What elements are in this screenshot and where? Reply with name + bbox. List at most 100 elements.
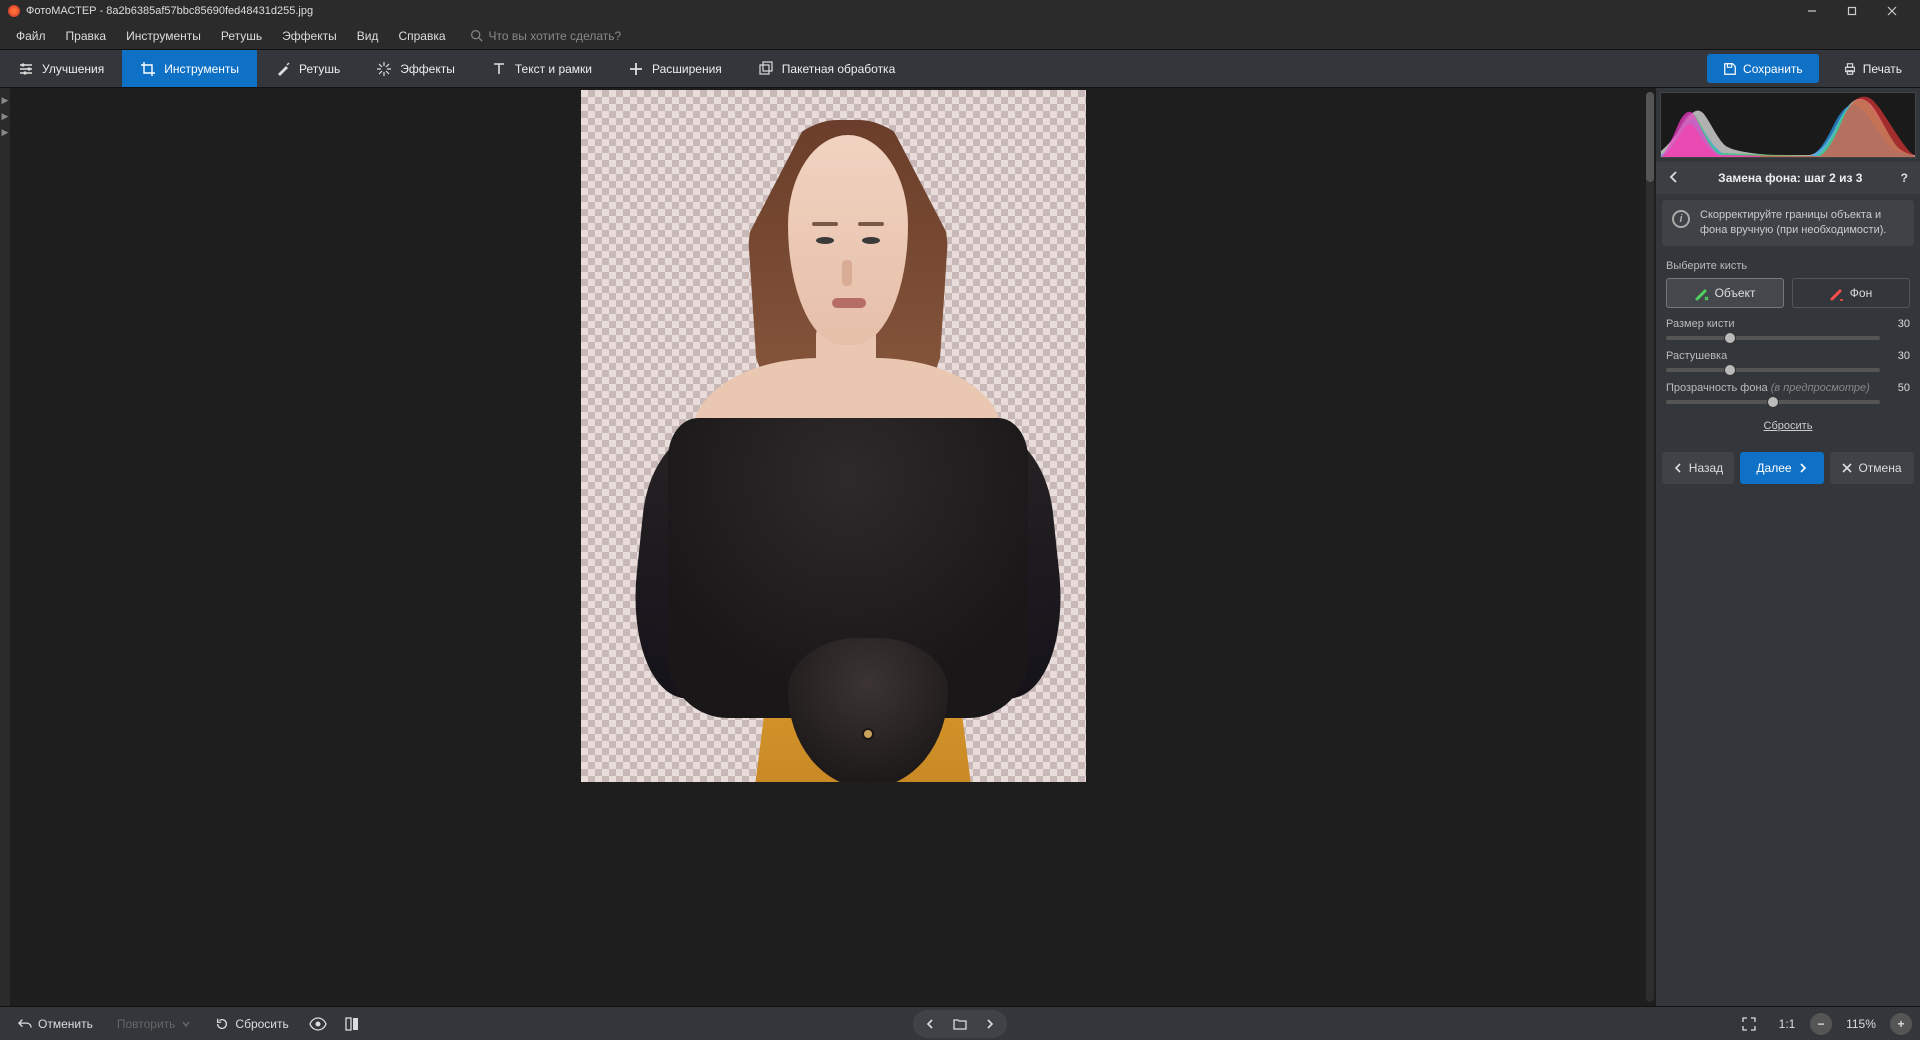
slider-feather-track[interactable] bbox=[1666, 368, 1880, 372]
file-name: 8a2b6385af57bbc85690fed48431d255.jpg bbox=[106, 5, 313, 17]
chevron-left-icon bbox=[925, 1019, 935, 1029]
zoom-ratio-button[interactable]: 1:1 bbox=[1772, 1011, 1802, 1037]
plus-icon bbox=[628, 61, 644, 77]
left-expander-3[interactable]: ▶ bbox=[0, 124, 10, 140]
tab-extensions[interactable]: Расширения bbox=[610, 50, 740, 87]
right-panel: Замена фона: шаг 2 из 3 ? i Скорректируй… bbox=[1656, 88, 1920, 1006]
tab-batch[interactable]: Пакетная обработка bbox=[740, 50, 913, 87]
nav-next-image-button[interactable] bbox=[975, 1012, 1005, 1036]
brush-background-button[interactable]: Фон bbox=[1792, 278, 1910, 308]
save-button[interactable]: Сохранить bbox=[1707, 54, 1819, 83]
app-name: ФотоМАСТЕР bbox=[26, 5, 97, 17]
tab-extensions-label: Расширения bbox=[652, 62, 722, 76]
slider-size-thumb[interactable] bbox=[1724, 332, 1736, 344]
zoom-ratio-label: 1:1 bbox=[1779, 1017, 1796, 1031]
print-label: Печать bbox=[1863, 62, 1902, 76]
wizard-next-label: Далее bbox=[1756, 461, 1791, 475]
image-canvas[interactable] bbox=[581, 90, 1086, 782]
undo-button[interactable]: Отменить bbox=[8, 1012, 103, 1036]
brush-background-label: Фон bbox=[1850, 286, 1872, 300]
tab-effects-label: Эффекты bbox=[400, 62, 455, 76]
wizard-back-button[interactable]: Назад bbox=[1662, 452, 1734, 484]
slider-size-label: Размер кисти bbox=[1666, 318, 1880, 330]
tab-tools[interactable]: Инструменты bbox=[122, 50, 257, 87]
chevron-right-icon bbox=[985, 1019, 995, 1029]
canvas-scrollbar-thumb[interactable] bbox=[1646, 92, 1654, 182]
tab-retouch-label: Ретушь bbox=[299, 62, 340, 76]
tab-retouch[interactable]: Ретушь bbox=[257, 50, 358, 87]
histogram bbox=[1660, 92, 1916, 158]
panel-help-button[interactable]: ? bbox=[1897, 167, 1912, 189]
info-icon: i bbox=[1672, 210, 1690, 228]
window-close-button[interactable] bbox=[1872, 0, 1912, 22]
brush-object-button[interactable]: Объект bbox=[1666, 278, 1784, 308]
wizard-cancel-label: Отмена bbox=[1858, 461, 1901, 475]
slider-opacity-track[interactable] bbox=[1666, 400, 1880, 404]
slider-size-track[interactable] bbox=[1666, 336, 1880, 340]
compare-toggle-button[interactable] bbox=[337, 1011, 367, 1037]
chevron-left-icon bbox=[1673, 463, 1683, 473]
toolbar: Улучшения Инструменты Ретушь Эффекты Тек… bbox=[0, 50, 1920, 88]
wizard-back-label: Назад bbox=[1689, 461, 1723, 475]
menu-help[interactable]: Справка bbox=[388, 25, 455, 47]
canvas-area[interactable] bbox=[10, 88, 1656, 1006]
zoom-value: 115% bbox=[1840, 1017, 1882, 1031]
canvas-scrollbar[interactable] bbox=[1646, 92, 1654, 1002]
left-expander-1[interactable]: ▶ bbox=[0, 92, 10, 108]
print-button[interactable]: Печать bbox=[1829, 54, 1916, 83]
panel-title: Замена фона: шаг 2 из 3 bbox=[1684, 171, 1897, 185]
open-folder-button[interactable] bbox=[945, 1012, 975, 1036]
window-minimize-button[interactable] bbox=[1792, 0, 1832, 22]
slider-feather-thumb[interactable] bbox=[1724, 364, 1736, 376]
save-label: Сохранить bbox=[1743, 62, 1803, 76]
histogram-chart bbox=[1661, 93, 1915, 157]
panel-reset-link[interactable]: Сбросить bbox=[1764, 420, 1813, 432]
preview-toggle-button[interactable] bbox=[303, 1011, 333, 1037]
chevron-right-icon bbox=[1798, 463, 1808, 473]
menu-file[interactable]: Файл bbox=[6, 25, 56, 47]
brush-background-icon bbox=[1830, 287, 1842, 299]
tab-batch-label: Пакетная обработка bbox=[782, 62, 895, 76]
print-icon bbox=[1843, 62, 1857, 76]
menu-edit[interactable]: Правка bbox=[56, 25, 117, 47]
wizard-next-button[interactable]: Далее bbox=[1740, 452, 1824, 484]
slider-opacity-value: 50 bbox=[1880, 382, 1910, 394]
app-logo-icon bbox=[8, 5, 20, 17]
help-search-input[interactable] bbox=[489, 29, 689, 43]
tab-enhance-label: Улучшения bbox=[42, 62, 104, 76]
menubar: Файл Правка Инструменты Ретушь Эффекты В… bbox=[0, 22, 1920, 50]
search-icon bbox=[470, 29, 483, 42]
eye-icon bbox=[309, 1017, 327, 1031]
redo-button[interactable]: Повторить bbox=[107, 1012, 202, 1036]
window-maximize-button[interactable] bbox=[1832, 0, 1872, 22]
zoom-out-button[interactable]: − bbox=[1810, 1013, 1832, 1035]
reset-button[interactable]: Сбросить bbox=[205, 1012, 298, 1036]
fit-icon bbox=[1742, 1017, 1756, 1031]
zoom-in-button[interactable]: + bbox=[1890, 1013, 1912, 1035]
retouch-icon bbox=[275, 61, 291, 77]
tab-text[interactable]: Текст и рамки bbox=[473, 50, 610, 87]
slider-opacity-label: Прозрачность фона (в предпросмотре) bbox=[1666, 382, 1880, 394]
save-icon bbox=[1723, 62, 1737, 76]
chevron-left-icon bbox=[1668, 171, 1680, 183]
crop-icon bbox=[140, 61, 156, 77]
menu-tools[interactable]: Инструменты bbox=[116, 25, 211, 47]
fit-screen-button[interactable] bbox=[1734, 1011, 1764, 1037]
panel-back-button[interactable] bbox=[1664, 167, 1684, 190]
panel-info-box: i Скорректируйте границы объекта и фона … bbox=[1662, 200, 1914, 246]
tab-effects[interactable]: Эффекты bbox=[358, 50, 473, 87]
menu-effects[interactable]: Эффекты bbox=[272, 25, 347, 47]
image-subject bbox=[628, 90, 1058, 782]
slider-opacity-thumb[interactable] bbox=[1767, 396, 1779, 408]
slider-feather-label: Растушевка bbox=[1666, 350, 1880, 362]
panel-info-text: Скорректируйте границы объекта и фона вр… bbox=[1700, 208, 1904, 238]
nav-prev-image-button[interactable] bbox=[915, 1012, 945, 1036]
brush-object-icon bbox=[1695, 287, 1707, 299]
title-separator: - bbox=[97, 5, 107, 17]
slider-size-value: 30 bbox=[1880, 318, 1910, 330]
menu-view[interactable]: Вид bbox=[347, 25, 389, 47]
wizard-cancel-button[interactable]: Отмена bbox=[1830, 452, 1914, 484]
menu-retouch[interactable]: Ретушь bbox=[211, 25, 272, 47]
tab-enhance[interactable]: Улучшения bbox=[0, 50, 122, 87]
left-expander-2[interactable]: ▶ bbox=[0, 108, 10, 124]
